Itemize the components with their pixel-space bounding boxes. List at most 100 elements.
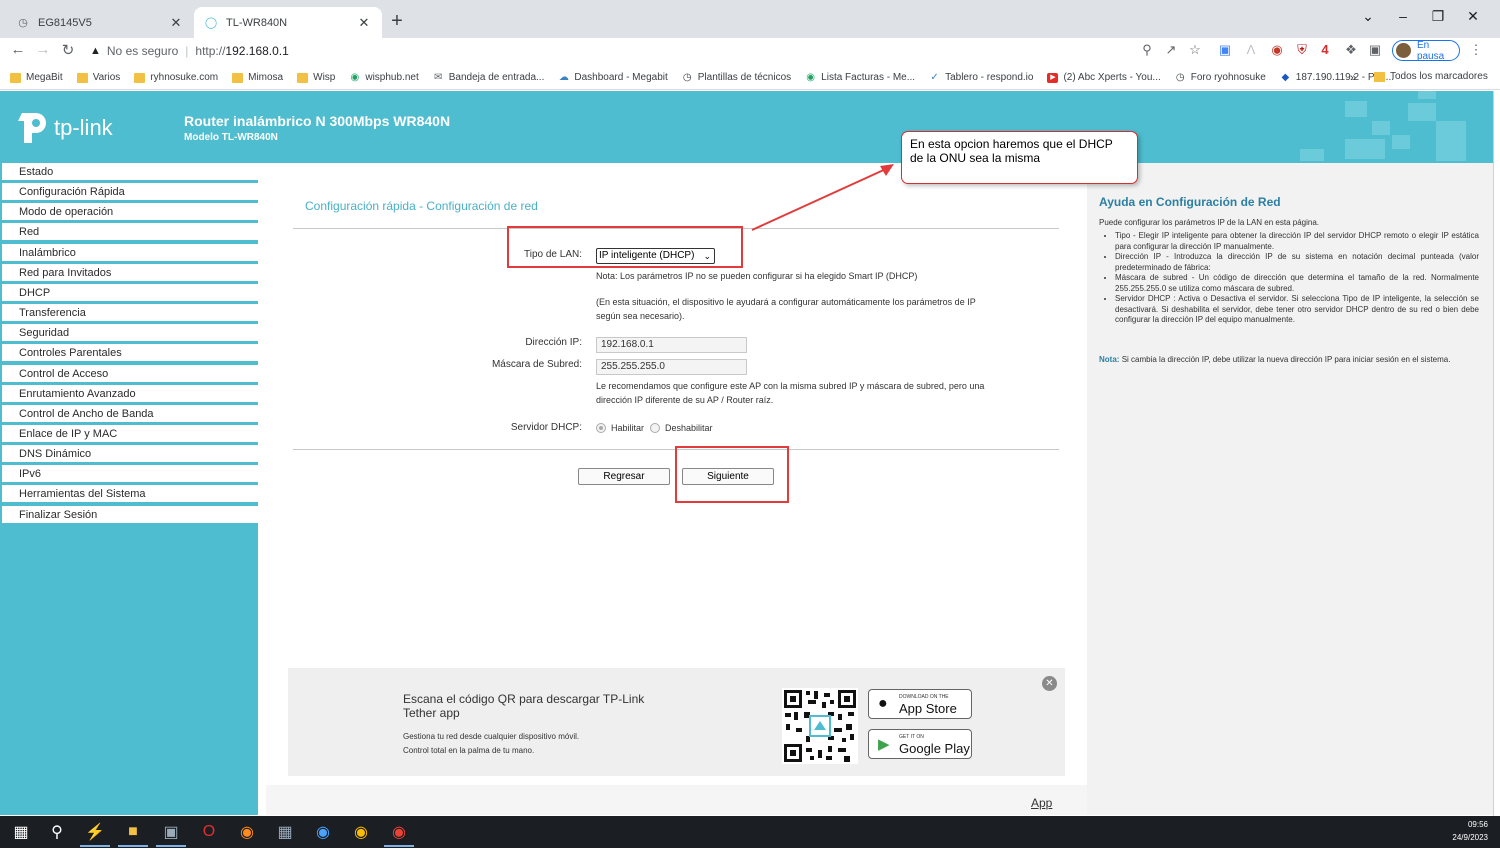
tab-eg8145v5[interactable]: ◷ EG8145V5 ✕ <box>6 7 194 38</box>
sidebar-item-herramientas-del-sistema[interactable]: Herramientas del Sistema <box>2 485 258 504</box>
windows-start-icon[interactable]: ▦ <box>10 822 32 842</box>
bookmark-item[interactable]: Mimosa <box>232 72 283 83</box>
annotation-callout: En esta opcion haremos que el DHCP de la… <box>901 131 1138 184</box>
opera-icon[interactable]: O <box>198 822 220 842</box>
bookmarks-overflow-button[interactable]: » <box>1350 72 1356 84</box>
header-banner: tp-link Router inalámbrico N 300Mbps WR8… <box>0 91 1493 163</box>
bookmark-item[interactable]: Wisp <box>297 72 335 83</box>
close-icon[interactable]: ✕ <box>168 15 184 31</box>
app-link[interactable]: App <box>1031 796 1052 810</box>
back-button[interactable]: Regresar <box>578 468 670 485</box>
sidebar-item-dhcp[interactable]: DHCP <box>2 283 258 302</box>
bookmark-item[interactable]: ◷ Foro ryohnosuke <box>1175 72 1266 83</box>
sidebar-item-enlace-de-ip-y-mac[interactable]: Enlace de IP y MAC <box>2 424 258 443</box>
bookmark-item[interactable]: ▶ (2) Abc Xperts - You... <box>1047 72 1161 83</box>
sidebar-item-control-de-ancho-de-banda[interactable]: Control de Ancho de Banda <box>2 404 258 423</box>
browser-tab-strip: ◷ EG8145V5 ✕ ◯ TL-WR840N ✕ + ⌄ – ❐ ✕ <box>0 0 1500 38</box>
app-store-badge[interactable]: ● DOWNLOAD ON THE App Store <box>868 689 972 719</box>
google-play-badge[interactable]: ▶ GET IT ON Google Play <box>868 729 972 759</box>
sidebar-item-transferencia[interactable]: Transferencia <box>2 304 258 323</box>
check-icon: ✓ <box>930 71 939 83</box>
key-icon[interactable]: ⚲ <box>1138 42 1156 58</box>
extension-a-icon[interactable]: Λ <box>1242 42 1260 57</box>
badge-count[interactable]: 4 <box>1316 42 1334 57</box>
bookmark-item[interactable]: ryhnosuke.com <box>134 72 218 83</box>
close-icon[interactable]: ✕ <box>356 15 372 31</box>
sidebar-item-modo-de-operacion[interactable]: Modo de operación <box>2 203 258 222</box>
tplink-logo: tp-link <box>18 111 113 145</box>
bookmark-item[interactable]: ✉ Bandeja de entrada... <box>433 72 545 83</box>
help-note-text: Si cambia la dirección IP, debe utilizar… <box>1121 355 1451 364</box>
bookmark-item[interactable]: Varios <box>76 72 120 83</box>
bookmark-label: Lista Facturas - Me... <box>821 72 916 83</box>
bookmark-label: Mimosa <box>248 72 284 83</box>
bookmark-item[interactable]: MegaBit <box>10 72 63 83</box>
sidepanel-icon[interactable]: ▣ <box>1366 42 1384 58</box>
star-icon[interactable]: ☆ <box>1186 42 1204 58</box>
firefox-icon[interactable]: ◉ <box>236 822 258 842</box>
search-icon[interactable]: ⚲ <box>46 822 68 842</box>
decoration <box>1408 103 1436 121</box>
sidebar-item-dns-dinamico[interactable]: DNS Dinámico <box>2 445 258 464</box>
active-indicator <box>80 845 110 847</box>
app-icon-blue[interactable]: ◉ <box>312 822 334 842</box>
bookmark-item[interactable]: ◉ Lista Facturas - Me... <box>805 72 915 83</box>
active-indicator <box>384 845 414 847</box>
bookmark-item[interactable]: ◷ Plantillas de técnicos <box>682 72 791 83</box>
back-icon[interactable]: ← <box>8 41 28 58</box>
file-explorer-icon[interactable]: ■ <box>122 822 144 842</box>
bookmark-label: Foro ryohnosuke <box>1190 72 1266 83</box>
bookmark-label: Plantillas de técnicos <box>697 72 792 83</box>
sidebar-item-ipv6[interactable]: IPv6 <box>2 465 258 484</box>
decoration <box>1345 139 1385 159</box>
tab-search-icon[interactable]: ⌄ <box>1353 8 1383 25</box>
app-icon-lightning[interactable]: ⚡ <box>84 822 106 842</box>
sidebar-item-inalambrico[interactable]: Inalámbrico <box>2 243 258 262</box>
badge-small-text: DOWNLOAD ON THE <box>899 694 949 700</box>
sidebar-item-red[interactable]: Red <box>2 223 258 242</box>
menu-dots-icon[interactable]: ⋮ <box>1467 42 1485 58</box>
share-icon[interactable]: ↗ <box>1162 42 1180 58</box>
bookmark-label: ryhnosuke.com <box>150 72 219 83</box>
help-note: Nota: Si cambia la dirección IP, debe ut… <box>1099 355 1481 366</box>
sidebar-item-estado[interactable]: Estado <box>2 163 258 181</box>
sidebar-item-enrutamiento-avanzado[interactable]: Enrutamiento Avanzado <box>2 384 258 403</box>
app-icon-network[interactable]: ▣ <box>160 822 182 842</box>
dhcp-enable-radio[interactable]: Habilitar <box>596 423 644 433</box>
subnet-mask-field[interactable]: 255.255.255.0 <box>596 359 747 375</box>
app-icon-remote[interactable]: ▦ <box>274 822 296 842</box>
bookmark-label: Bandeja de entrada... <box>448 72 545 83</box>
bookmark-item[interactable]: ☁ Dashboard - Megabit <box>558 72 668 83</box>
sidebar-item-seguridad[interactable]: Seguridad <box>2 324 258 343</box>
all-bookmarks-button[interactable]: Todos los marcadores <box>1374 71 1488 82</box>
bookmark-item[interactable]: ✓ Tablero - respond.io <box>929 72 1033 83</box>
extension-b-icon[interactable]: ◉ <box>1268 42 1286 58</box>
new-tab-button[interactable]: + <box>386 10 408 33</box>
sidebar-item-finalizar-sesion[interactable]: Finalizar Sesión <box>2 505 258 524</box>
bookmark-label: MegaBit <box>26 72 63 83</box>
sidebar-item-controles-parentales[interactable]: Controles Parentales <box>2 344 258 363</box>
tab-tl-wr840n[interactable]: ◯ TL-WR840N ✕ <box>194 7 382 38</box>
reload-icon[interactable]: ↻ <box>58 41 78 59</box>
translate-icon[interactable]: ▣ <box>1216 42 1234 58</box>
bookmark-item[interactable]: ◉ wisphub.net <box>349 72 418 83</box>
sidebar-item-control-de-acceso[interactable]: Control de Acceso <box>2 364 258 383</box>
puzzle-icon[interactable]: ❖ <box>1342 42 1360 58</box>
decoration <box>1372 121 1390 135</box>
sidebar-item-configuracion-rapida[interactable]: Configuración Rápida <box>2 183 258 202</box>
address-bar[interactable]: ▲ No es seguro | http://192.168.0.1 <box>84 39 1156 63</box>
forward-icon[interactable]: → <box>33 41 53 58</box>
dhcp-disable-radio[interactable]: Deshabilitar <box>650 423 713 433</box>
globe-icon: ◷ <box>682 71 692 83</box>
sidebar-menu: Estado Configuración Rápida Modo de operac… <box>0 163 258 815</box>
shield-icon[interactable]: ⛨ <box>1293 42 1311 58</box>
minimize-icon[interactable]: – <box>1388 8 1418 24</box>
close-window-icon[interactable]: ✕ <box>1458 8 1488 25</box>
sidebar-item-red-para-invitados[interactable]: Red para Invitados <box>2 263 258 282</box>
restore-icon[interactable]: ❐ <box>1423 8 1453 25</box>
ip-address-field[interactable]: 192.168.0.1 <box>596 337 747 353</box>
close-icon[interactable]: ✕ <box>1042 676 1057 691</box>
chrome-icon[interactable]: ◉ <box>350 822 372 842</box>
chrome-profile-icon[interactable]: ◉ <box>388 822 410 842</box>
profile-button[interactable]: En pausa <box>1392 40 1460 62</box>
